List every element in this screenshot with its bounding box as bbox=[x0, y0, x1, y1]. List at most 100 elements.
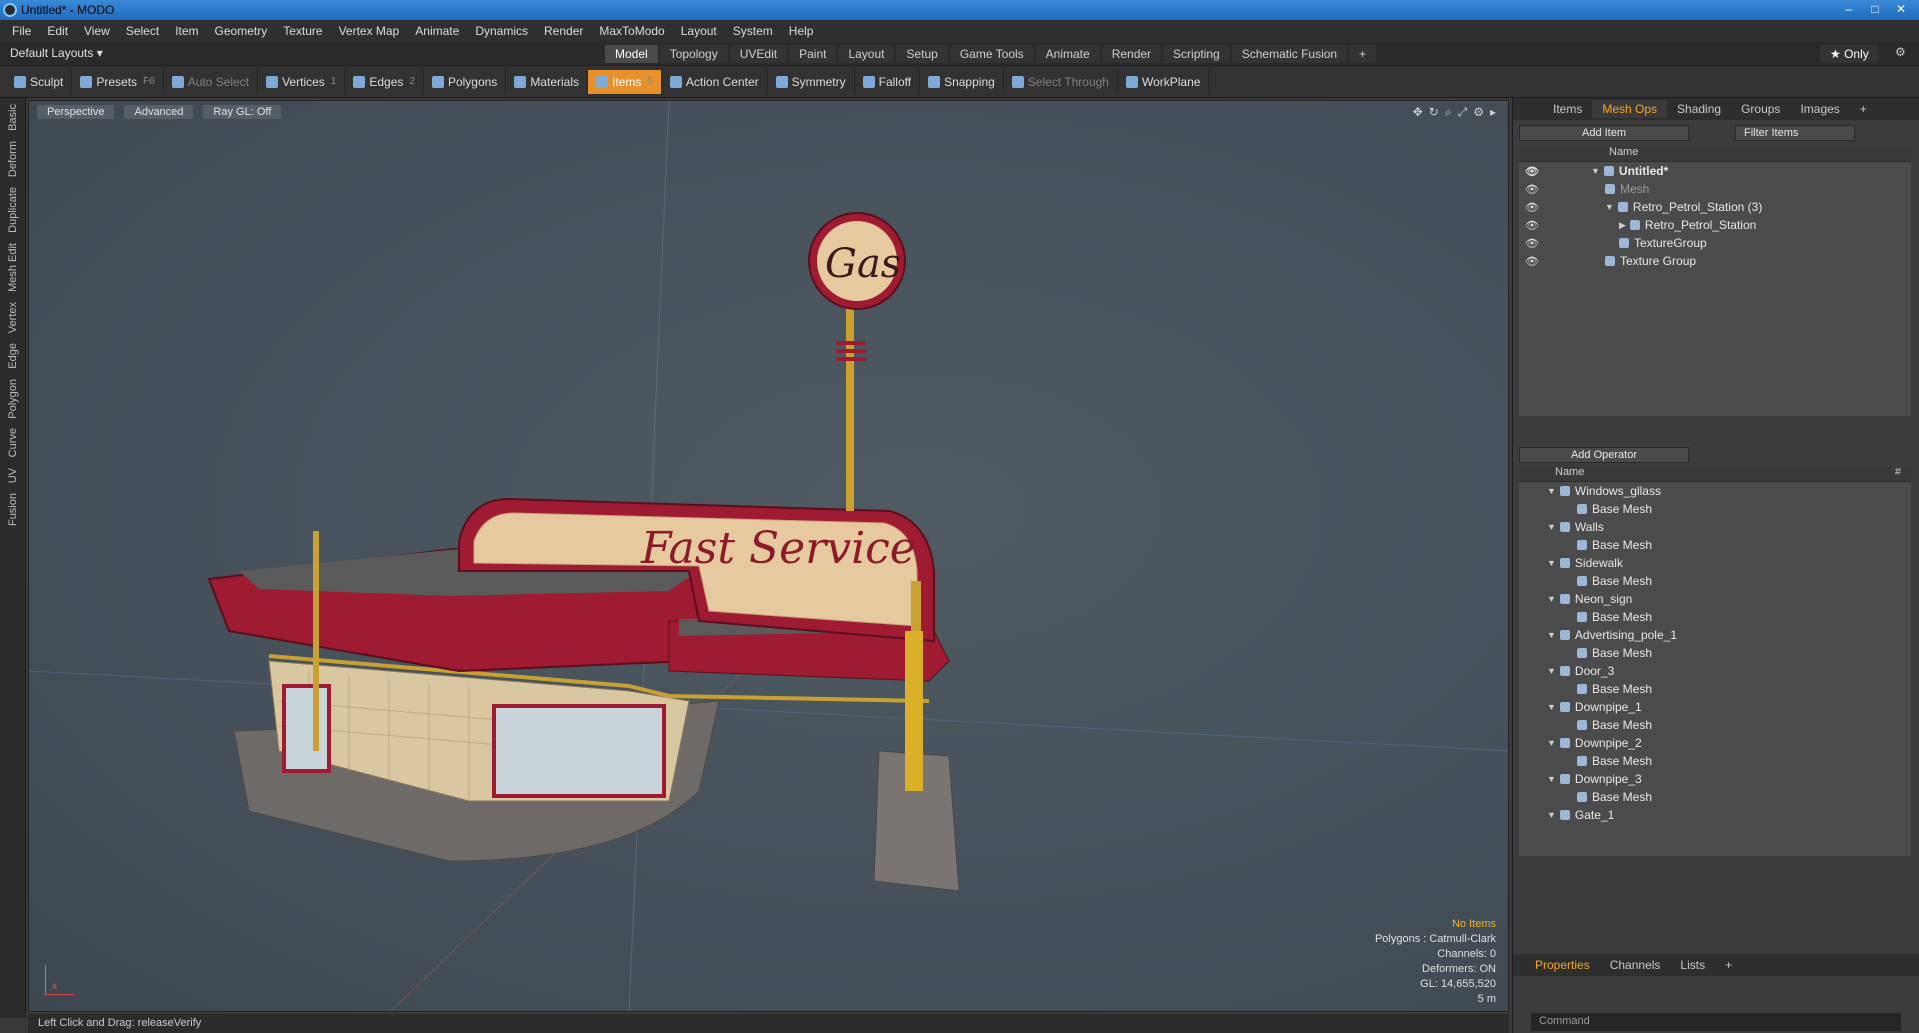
tab-topology[interactable]: Topology bbox=[659, 45, 728, 63]
menu-system[interactable]: System bbox=[725, 24, 781, 38]
menu-layout[interactable]: Layout bbox=[673, 24, 725, 38]
tab-setup[interactable]: Setup bbox=[896, 45, 948, 63]
expand-toggle-icon[interactable]: ▼ bbox=[1547, 702, 1556, 712]
tab-render[interactable]: Render bbox=[1101, 45, 1162, 63]
tab-scripting[interactable]: Scripting bbox=[1163, 45, 1230, 63]
left-tab-curve[interactable]: Curve bbox=[7, 428, 19, 457]
mesh-op-row[interactable]: ▼ Windows_gllass bbox=[1519, 482, 1911, 500]
materials-button[interactable]: Materials bbox=[506, 69, 588, 94]
fit-view-icon[interactable]: ⤢ bbox=[1458, 105, 1468, 120]
symmetry-button[interactable]: Symmetry bbox=[768, 69, 855, 94]
panel-tab-images[interactable]: Images bbox=[1790, 100, 1849, 118]
tree-row[interactable]: 👁 Texture Group bbox=[1519, 252, 1911, 270]
visibility-eye-icon[interactable]: 👁 bbox=[1525, 201, 1539, 214]
expand-toggle-icon[interactable]: ▼ bbox=[1547, 774, 1556, 784]
panel-tab-groups[interactable]: Groups bbox=[1731, 100, 1790, 118]
edges-button[interactable]: Edges 2 bbox=[345, 69, 424, 94]
expand-toggle-icon[interactable]: ▼ bbox=[1547, 738, 1556, 748]
left-tab-basic[interactable]: Basic bbox=[7, 104, 19, 131]
close-button[interactable]: ✕ bbox=[1889, 1, 1913, 17]
mesh-op-row[interactable]: ▼ Door_3 bbox=[1519, 662, 1911, 680]
expand-toggle-icon[interactable]: ▼ bbox=[1547, 486, 1556, 496]
menu-dynamics[interactable]: Dynamics bbox=[467, 24, 536, 38]
menu-texture[interactable]: Texture bbox=[275, 24, 330, 38]
expand-toggle-icon[interactable]: ▼ bbox=[1547, 522, 1556, 532]
items-button[interactable]: Items 5 bbox=[588, 69, 662, 94]
base-mesh-row[interactable]: Base Mesh bbox=[1519, 500, 1911, 518]
expand-toggle-icon[interactable]: ▼ bbox=[1605, 202, 1614, 212]
mesh-op-row[interactable]: ▼ Downpipe_3 bbox=[1519, 770, 1911, 788]
tab-add[interactable]: + bbox=[1349, 45, 1377, 63]
left-tab-mesh-edit[interactable]: Mesh Edit bbox=[7, 243, 19, 292]
base-mesh-row[interactable]: Base Mesh bbox=[1519, 608, 1911, 626]
layout-dropdown[interactable]: Default Layouts ▾ bbox=[10, 46, 103, 60]
tab-game-tools[interactable]: Game Tools bbox=[949, 45, 1034, 63]
panel-tab-items[interactable]: Items bbox=[1543, 100, 1592, 118]
menu-render[interactable]: Render bbox=[536, 24, 591, 38]
expand-toggle-icon[interactable]: ▼ bbox=[1547, 558, 1556, 568]
base-mesh-row[interactable]: Base Mesh bbox=[1519, 644, 1911, 662]
tree-row[interactable]: 👁 TextureGroup bbox=[1519, 234, 1911, 252]
menu-vertex-map[interactable]: Vertex Map bbox=[331, 24, 408, 38]
gear-icon[interactable]: ⚙ bbox=[1895, 45, 1906, 59]
zoom-view-icon[interactable]: ⌕ bbox=[1445, 105, 1452, 120]
panel-tab-shading[interactable]: Shading bbox=[1667, 100, 1731, 118]
tab-schematic-fusion[interactable]: Schematic Fusion bbox=[1231, 45, 1348, 63]
add-operator-button[interactable]: Add Operator bbox=[1519, 447, 1689, 463]
menu-maxtomodo[interactable]: MaxToModo bbox=[591, 24, 672, 38]
bottom-tab-channels[interactable]: Channels bbox=[1600, 956, 1671, 974]
left-tab-polygon[interactable]: Polygon bbox=[7, 379, 19, 419]
3d-viewport[interactable]: Fast Service Gas Perspective Advanced Ra… bbox=[28, 100, 1509, 1012]
add-item-button[interactable]: Add Item bbox=[1519, 125, 1689, 141]
expand-toggle-icon[interactable]: ▼ bbox=[1547, 810, 1556, 820]
expand-toggle-icon[interactable]: ▶ bbox=[1619, 220, 1626, 231]
bottom-tab-add[interactable]: + bbox=[1715, 956, 1742, 974]
visibility-eye-icon[interactable]: 👁 bbox=[1525, 255, 1539, 268]
mesh-op-row[interactable]: ▼ Downpipe_1 bbox=[1519, 698, 1911, 716]
visibility-eye-icon[interactable]: 👁 bbox=[1525, 219, 1539, 232]
falloff-button[interactable]: Falloff bbox=[855, 69, 921, 94]
polygons-button[interactable]: Polygons bbox=[424, 69, 507, 94]
rotate-view-icon[interactable]: ↻ bbox=[1429, 105, 1439, 120]
left-tab-edge[interactable]: Edge bbox=[7, 343, 19, 369]
base-mesh-row[interactable]: Base Mesh bbox=[1519, 752, 1911, 770]
expand-toggle-icon[interactable]: ▼ bbox=[1547, 666, 1556, 676]
menu-item[interactable]: Item bbox=[167, 24, 206, 38]
expand-toggle-icon[interactable]: ▼ bbox=[1547, 594, 1556, 604]
tree-row[interactable]: 👁 ▼ Retro_Petrol_Station (3) bbox=[1519, 198, 1911, 216]
base-mesh-row[interactable]: Base Mesh bbox=[1519, 572, 1911, 590]
select-through-button[interactable]: Select Through bbox=[1004, 69, 1118, 94]
bottom-tab-properties[interactable]: Properties bbox=[1525, 956, 1600, 974]
base-mesh-row[interactable]: Base Mesh bbox=[1519, 716, 1911, 734]
menu-file[interactable]: File bbox=[4, 24, 39, 38]
left-tab-uv[interactable]: UV bbox=[7, 468, 19, 483]
tab-uvedit[interactable]: UVEdit bbox=[729, 45, 788, 63]
menu-geometry[interactable]: Geometry bbox=[207, 24, 276, 38]
visibility-eye-icon[interactable]: 👁 bbox=[1525, 165, 1539, 178]
tree-row[interactable]: 👁 ▶ Retro_Petrol_Station bbox=[1519, 216, 1911, 234]
action-center-button[interactable]: Action Center bbox=[662, 69, 768, 94]
viewport-more-icon[interactable]: ▸ bbox=[1490, 105, 1496, 120]
menu-select[interactable]: Select bbox=[118, 24, 167, 38]
mesh-op-row[interactable]: ▼ Walls bbox=[1519, 518, 1911, 536]
visibility-eye-icon[interactable]: 👁 bbox=[1525, 237, 1539, 250]
left-tab-duplicate[interactable]: Duplicate bbox=[7, 187, 19, 233]
tree-row[interactable]: 👁 ▼ Untitled* bbox=[1519, 162, 1911, 180]
command-input[interactable]: Command bbox=[1531, 1013, 1901, 1031]
left-tab-deform[interactable]: Deform bbox=[7, 141, 19, 177]
mesh-op-row[interactable]: ▼ Sidewalk bbox=[1519, 554, 1911, 572]
menu-edit[interactable]: Edit bbox=[39, 24, 76, 38]
tab-animate[interactable]: Animate bbox=[1035, 45, 1100, 63]
base-mesh-row[interactable]: Base Mesh bbox=[1519, 788, 1911, 806]
bottom-tab-lists[interactable]: Lists bbox=[1670, 956, 1715, 974]
tab-model[interactable]: Model bbox=[605, 45, 658, 63]
presets-button[interactable]: Presets F6 bbox=[72, 69, 164, 94]
mesh-op-row[interactable]: ▼ Gate_1 bbox=[1519, 806, 1911, 824]
base-mesh-row[interactable]: Base Mesh bbox=[1519, 536, 1911, 554]
sculpt-button[interactable]: Sculpt bbox=[6, 69, 73, 94]
menu-view[interactable]: View bbox=[76, 24, 118, 38]
vertices-button[interactable]: Vertices 1 bbox=[258, 69, 346, 94]
visibility-eye-icon[interactable]: 👁 bbox=[1525, 183, 1539, 196]
view-mode-button[interactable]: Perspective bbox=[37, 105, 115, 119]
menu-animate[interactable]: Animate bbox=[407, 24, 467, 38]
